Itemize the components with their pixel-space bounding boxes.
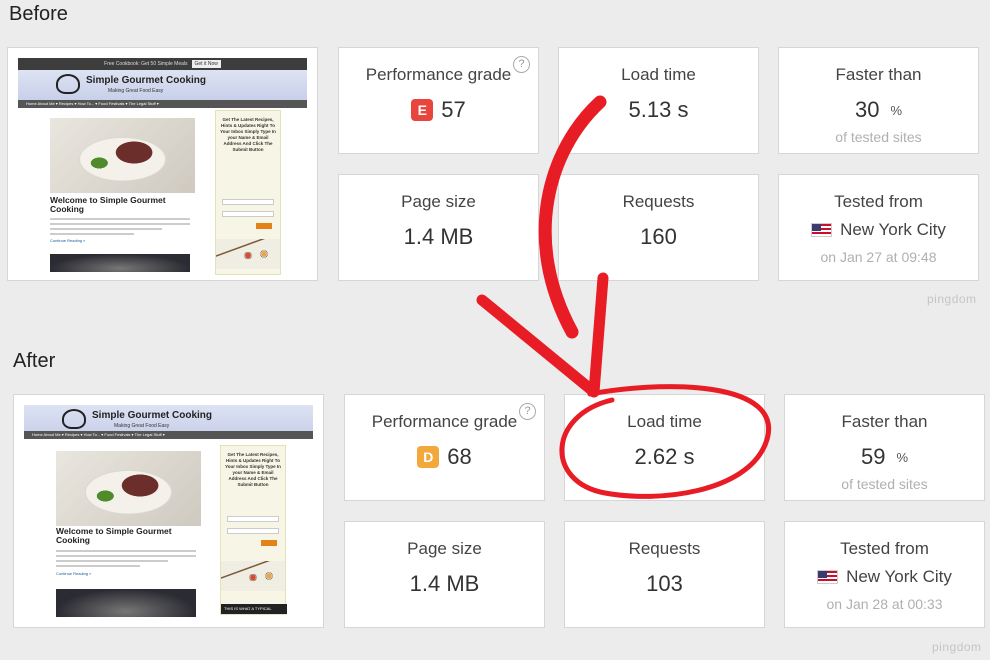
before-section-title: Before [9, 3, 68, 25]
sidebar-submit-button [256, 223, 272, 229]
site-preview: Simple Gourmet Cooking Making Great Food… [24, 395, 313, 627]
after-page-size-card: Page size 1.4 MB [344, 521, 545, 628]
tested-from-label: Tested from [840, 539, 929, 558]
before-tested-from-card: Tested from New York City on Jan 27 at 0… [778, 174, 979, 281]
after-tested-from-card: Tested from New York City on Jan 28 at 0… [784, 521, 985, 628]
sushi-photo [221, 561, 285, 591]
pingdom-watermark: pingdom [927, 292, 977, 306]
load-time-label: Load time [627, 412, 702, 431]
chef-hat-icon [62, 409, 86, 429]
bowl-photo [56, 589, 196, 617]
after-load-time-card: Load time 2.62 s [564, 394, 765, 501]
us-flag-icon [817, 570, 839, 584]
requests-label: Requests [628, 539, 701, 558]
page-size-label: Page size [407, 539, 482, 558]
load-time-label: Load time [621, 65, 696, 84]
after-performance-card: Performance grade ? D 68 [344, 394, 545, 501]
site-sidebar: Get The Latest Recipes, Hints & Updates … [220, 445, 287, 615]
sushi-photo [216, 239, 280, 269]
grade-badge: E [411, 99, 434, 121]
site-ad-strip: THIS IS WHAT A TYPICAL [221, 604, 287, 614]
before-site-screenshot: Free Cookbook: Get 50 Simple Meals Get it… [7, 47, 318, 281]
page-size-value: 1.4 MB [409, 571, 480, 596]
tested-from-label: Tested from [834, 192, 923, 211]
site-headline: Welcome to Simple Gourmet Cooking [56, 526, 172, 545]
sidebar-signup-text: Get The Latest Recipes, Hints & Updates … [220, 117, 276, 152]
requests-value: 160 [640, 224, 677, 249]
performance-value: E 57 [339, 97, 538, 123]
after-requests-card: Requests 103 [564, 521, 765, 628]
site-nav: Home About Me ▾ Recipes ▾ How To... ▾ Fo… [18, 100, 307, 108]
sidebar-name-field [227, 516, 279, 522]
food-photo [50, 118, 195, 193]
before-faster-than-card: Faster than 30% of tested sites [778, 47, 979, 154]
tested-from-date: on Jan 27 at 09:48 [820, 249, 937, 265]
site-logo-title: Simple Gourmet Cooking [92, 410, 213, 421]
page-size-value: 1.4 MB [403, 224, 474, 249]
help-icon[interactable]: ? [513, 56, 530, 73]
tested-from-location: New York City [785, 567, 984, 587]
site-read-more: Continue Reading » [56, 571, 92, 576]
after-site-screenshot: Simple Gourmet Cooking Making Great Food… [13, 394, 324, 628]
site-sidebar: Get The Latest Recipes, Hints & Updates … [215, 110, 281, 275]
performance-label: Performance grade [365, 65, 512, 84]
food-photo [56, 451, 201, 526]
faster-than-label: Faster than [841, 412, 928, 431]
sidebar-email-field [227, 528, 279, 534]
site-banner: Simple Gourmet Cooking Making Great Food… [18, 70, 307, 100]
site-body-text [56, 550, 196, 570]
site-body-text [50, 218, 190, 238]
sidebar-email-field [222, 211, 274, 217]
before-performance-card: Performance grade ? E 57 [338, 47, 539, 154]
site-headline: Welcome to Simple Gourmet Cooking [50, 195, 166, 214]
site-nav: Home About Me ▾ Recipes ▾ How To... ▾ Fo… [24, 431, 313, 439]
help-icon[interactable]: ? [519, 403, 536, 420]
faster-than-value: 59% [860, 444, 909, 469]
before-requests-card: Requests 160 [558, 174, 759, 281]
requests-label: Requests [622, 192, 695, 211]
arrow-head-icon [476, 272, 609, 398]
load-time-value: 5.13 s [628, 97, 689, 122]
bowl-photo [50, 254, 190, 272]
sidebar-submit-button [261, 540, 277, 546]
sidebar-name-field [222, 199, 274, 205]
site-logo-tagline: Making Great Food Easy [108, 88, 164, 94]
tested-from-location: New York City [779, 220, 978, 240]
before-page-size-card: Page size 1.4 MB [338, 174, 539, 281]
faster-than-label: Faster than [835, 65, 922, 84]
before-load-time-card: Load time 5.13 s [558, 47, 759, 154]
site-logo-title: Simple Gourmet Cooking [86, 75, 207, 86]
sidebar-signup-text: Get The Latest Recipes, Hints & Updates … [225, 452, 281, 487]
site-preview: Free Cookbook: Get 50 Simple Meals Get it… [18, 58, 307, 280]
pingdom-watermark: pingdom [932, 640, 982, 654]
grade-badge: D [417, 446, 440, 468]
page-size-label: Page size [401, 192, 476, 211]
site-logo-tagline: Making Great Food Easy [114, 423, 170, 429]
faster-than-sub: of tested sites [835, 129, 922, 145]
requests-value: 103 [646, 571, 683, 596]
after-section-title: After [13, 350, 56, 372]
load-time-value: 2.62 s [634, 444, 695, 469]
performance-label: Performance grade [371, 412, 518, 431]
tested-from-date: on Jan 28 at 00:33 [826, 596, 943, 612]
site-read-more: Continue Reading » [50, 238, 86, 243]
performance-value: D 68 [345, 444, 544, 470]
site-topbar: Free Cookbook: Get 50 Simple Meals Get it… [18, 58, 307, 70]
performance-score: 68 [447, 444, 472, 469]
performance-score: 57 [441, 97, 466, 122]
faster-than-value: 30% [854, 97, 903, 122]
faster-than-sub: of tested sites [841, 476, 928, 492]
after-faster-than-card: Faster than 59% of tested sites [784, 394, 985, 501]
us-flag-icon [811, 223, 833, 237]
chef-hat-icon [56, 74, 80, 94]
